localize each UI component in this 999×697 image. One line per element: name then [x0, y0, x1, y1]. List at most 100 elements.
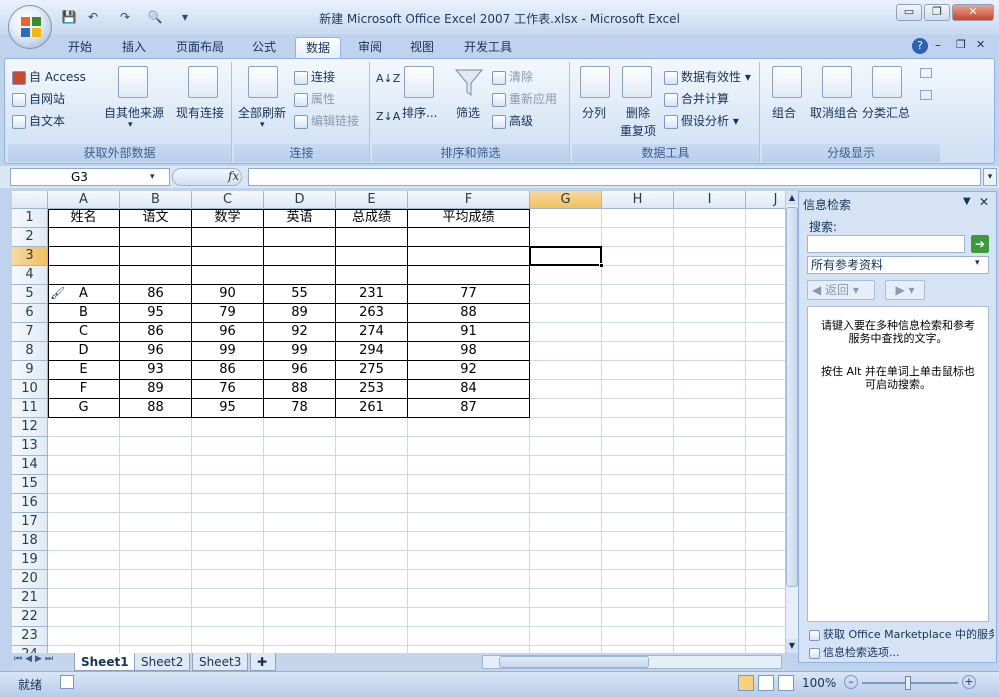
cell-c7[interactable]: 96: [192, 323, 264, 342]
cell-e16[interactable]: [336, 494, 408, 513]
marketplace-link[interactable]: 获取 Office Marketplace 中的服务: [809, 626, 994, 642]
cell-i24[interactable]: [674, 646, 746, 653]
zoom-slider-thumb[interactable]: [905, 676, 911, 690]
cell-i4[interactable]: [674, 266, 746, 285]
cell-a21[interactable]: [48, 589, 120, 608]
normal-view-icon[interactable]: [738, 675, 754, 691]
select-all-corner[interactable]: [12, 191, 48, 209]
cell-j21[interactable]: [746, 589, 785, 608]
tab-insert[interactable]: 插入: [112, 37, 156, 58]
cell-i3[interactable]: [674, 247, 746, 266]
sort-button[interactable]: 排序...: [402, 104, 437, 121]
cell-j1[interactable]: [746, 209, 785, 228]
cell-a20[interactable]: [48, 570, 120, 589]
cell-e1[interactable]: 总成绩: [336, 209, 408, 228]
cell-i2[interactable]: [674, 228, 746, 247]
row-header-7[interactable]: 7: [12, 323, 48, 342]
cell-d12[interactable]: [264, 418, 336, 437]
cell-c22[interactable]: [192, 608, 264, 627]
cell-a22[interactable]: [48, 608, 120, 627]
advanced-button[interactable]: 高级: [492, 112, 533, 129]
cell-g20[interactable]: [530, 570, 602, 589]
cell-c8[interactable]: 99: [192, 342, 264, 361]
cell-c23[interactable]: [192, 627, 264, 646]
cell-c11[interactable]: 95: [192, 399, 264, 418]
horizontal-scrollbar[interactable]: [482, 655, 782, 669]
scroll-up-icon[interactable]: ▲: [786, 191, 798, 205]
back-button[interactable]: ◀ 返回 ▾: [807, 280, 875, 300]
cell-g2[interactable]: [530, 228, 602, 247]
clear-button[interactable]: 清除: [492, 68, 533, 85]
cell-c4[interactable]: [192, 266, 264, 285]
row-header-3[interactable]: 3: [12, 247, 48, 266]
sort-asc-icon[interactable]: A↓Z: [376, 72, 400, 85]
cell-j20[interactable]: [746, 570, 785, 589]
cell-i15[interactable]: [674, 475, 746, 494]
cell-j4[interactable]: [746, 266, 785, 285]
cell-g11[interactable]: [530, 399, 602, 418]
cell-f15[interactable]: [408, 475, 530, 494]
cell-e15[interactable]: [336, 475, 408, 494]
cell-f4[interactable]: [408, 266, 530, 285]
cell-b23[interactable]: [120, 627, 192, 646]
search-input[interactable]: [807, 235, 965, 253]
column-header-j[interactable]: J: [746, 191, 785, 209]
cell-i22[interactable]: [674, 608, 746, 627]
tab-developer[interactable]: 开发工具: [454, 37, 522, 58]
cell-g10[interactable]: [530, 380, 602, 399]
page-layout-view-icon[interactable]: [758, 675, 774, 691]
cell-a10[interactable]: F: [48, 380, 120, 399]
cell-d11[interactable]: 78: [264, 399, 336, 418]
other-sources-button[interactable]: 自其他来源: [104, 104, 164, 121]
cell-d1[interactable]: 英语: [264, 209, 336, 228]
from-access-button[interactable]: 自 Access: [12, 68, 86, 85]
zoom-level[interactable]: 100%: [802, 676, 836, 690]
row-header-11[interactable]: 11: [12, 399, 48, 418]
cell-i13[interactable]: [674, 437, 746, 456]
cell-f18[interactable]: [408, 532, 530, 551]
tab-page-layout[interactable]: 页面布局: [166, 37, 234, 58]
cell-b2[interactable]: [120, 228, 192, 247]
scroll-down-icon[interactable]: ▼: [786, 639, 798, 653]
cell-j8[interactable]: [746, 342, 785, 361]
cell-f10[interactable]: 84: [408, 380, 530, 399]
cell-a14[interactable]: [48, 456, 120, 475]
cell-b12[interactable]: [120, 418, 192, 437]
cell-b15[interactable]: [120, 475, 192, 494]
column-header-c[interactable]: C: [192, 191, 264, 209]
row-header-16[interactable]: 16: [12, 494, 48, 513]
cell-f1[interactable]: 平均成绩: [408, 209, 530, 228]
ribbon-restore-icon[interactable]: ❐: [956, 38, 966, 51]
row-header-20[interactable]: 20: [12, 570, 48, 589]
text-to-columns-button[interactable]: 分列: [582, 104, 606, 121]
cell-e12[interactable]: [336, 418, 408, 437]
cell-g19[interactable]: [530, 551, 602, 570]
sheet-tab-3[interactable]: Sheet3: [192, 653, 249, 671]
cell-e11[interactable]: 261: [336, 399, 408, 418]
column-header-g[interactable]: G: [530, 191, 602, 209]
minimize-button[interactable]: ▭: [896, 4, 922, 21]
cell-i18[interactable]: [674, 532, 746, 551]
cell-c12[interactable]: [192, 418, 264, 437]
cell-f13[interactable]: [408, 437, 530, 456]
cell-f16[interactable]: [408, 494, 530, 513]
row-header-13[interactable]: 13: [12, 437, 48, 456]
row-header-6[interactable]: 6: [12, 304, 48, 323]
cell-e3[interactable]: [336, 247, 408, 266]
cell-f5[interactable]: 77: [408, 285, 530, 304]
cell-c13[interactable]: [192, 437, 264, 456]
tab-formulas[interactable]: 公式: [242, 37, 286, 58]
row-header-5[interactable]: 5: [12, 285, 48, 304]
cell-j6[interactable]: [746, 304, 785, 323]
row-header-2[interactable]: 2: [12, 228, 48, 247]
cell-e4[interactable]: [336, 266, 408, 285]
cell-i11[interactable]: [674, 399, 746, 418]
row-header-21[interactable]: 21: [12, 589, 48, 608]
cell-d9[interactable]: 96: [264, 361, 336, 380]
cell-b10[interactable]: 89: [120, 380, 192, 399]
forward-button[interactable]: ▶ ▾: [885, 280, 925, 300]
cell-e8[interactable]: 294: [336, 342, 408, 361]
cell-a23[interactable]: [48, 627, 120, 646]
cell-a11[interactable]: G: [48, 399, 120, 418]
cell-j19[interactable]: [746, 551, 785, 570]
